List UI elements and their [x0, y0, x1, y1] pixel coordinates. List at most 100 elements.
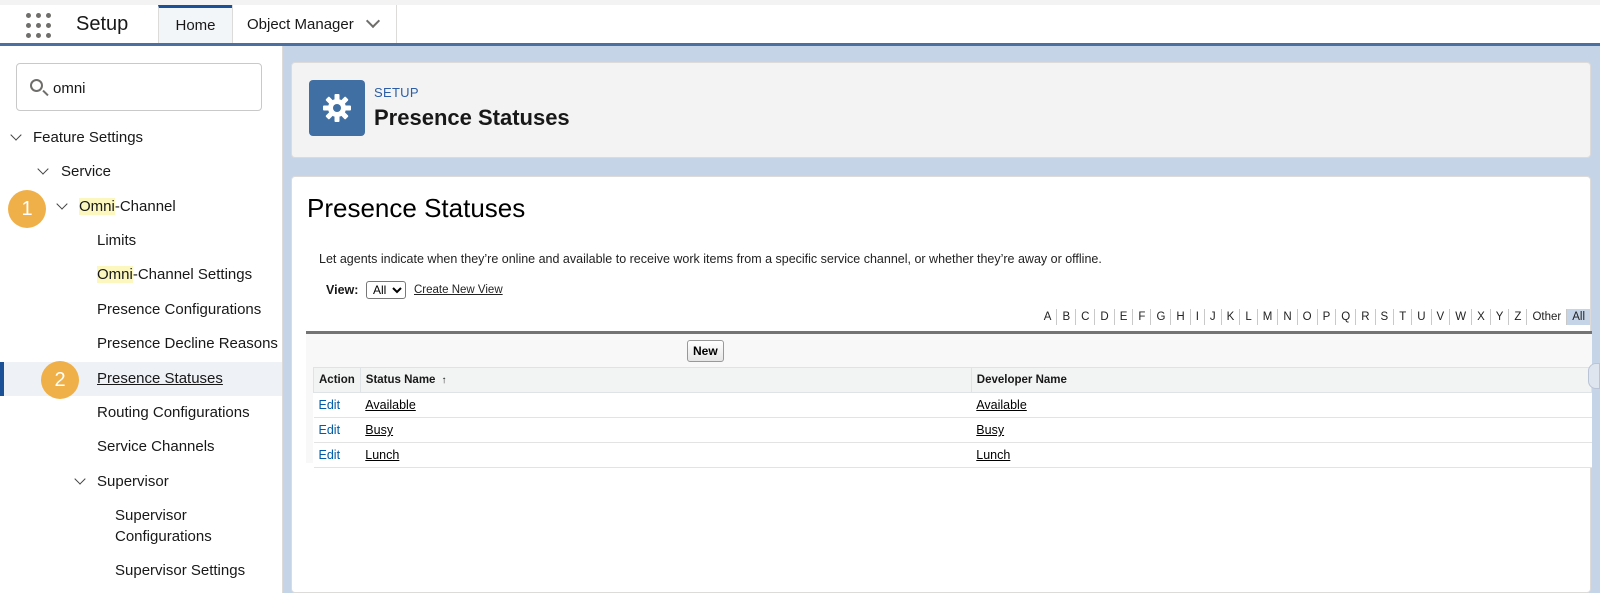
tree-item-presence-configurations[interactable]: Presence Configurations [0, 293, 282, 327]
chevron-down-icon[interactable] [365, 13, 380, 29]
status-name-cell: Lunch [360, 442, 972, 468]
top-nav: Setup Home Object Manager [0, 0, 1600, 46]
view-select[interactable]: All [366, 281, 406, 299]
chevron-down-icon[interactable] [74, 473, 86, 485]
developer-name-cell: Available [971, 392, 1592, 418]
view-label: View: [326, 283, 359, 297]
alphabet-filter-f[interactable]: F [1133, 309, 1152, 325]
tab-object-manager-label: Object Manager [247, 15, 354, 33]
tree-item-supervisor[interactable]: Supervisor [0, 465, 282, 499]
alphabet-filter-other[interactable]: Other [1527, 309, 1568, 325]
alphabet-filter-z[interactable]: Z [1509, 309, 1528, 325]
gear-icon [309, 80, 365, 136]
alphabet-filter-o[interactable]: O [1298, 309, 1318, 325]
status-name-link[interactable]: Busy [365, 423, 393, 437]
tab-home[interactable]: Home [158, 5, 232, 43]
chevron-down-icon[interactable] [10, 129, 22, 141]
alphabet-filter-all[interactable]: All [1567, 309, 1590, 325]
table-row: Edit Available Available [313, 392, 1592, 418]
tree-label: Feature Settings [33, 129, 144, 146]
tree-label: Presence Statuses [97, 370, 223, 387]
tab-home-label: Home [175, 17, 216, 34]
new-button[interactable]: New [687, 340, 724, 362]
alphabet-filter-p[interactable]: P [1318, 309, 1337, 325]
tree-item-omni-channel-settings[interactable]: Omni-Channel Settings [0, 258, 282, 292]
edit-link[interactable]: Edit [313, 417, 361, 443]
alphabet-filter-k[interactable]: K [1222, 309, 1241, 325]
tree-label: Presence Configurations [97, 301, 262, 318]
alphabet-filter-e[interactable]: E [1115, 309, 1134, 325]
tree-label: Supervisor [97, 473, 169, 490]
alphabet-filter-x[interactable]: X [1472, 309, 1491, 325]
alphabet-filter-l[interactable]: L [1240, 309, 1258, 325]
alphabet-filter-v[interactable]: V [1432, 309, 1451, 325]
tree-item-service[interactable]: Service [0, 155, 282, 189]
status-name-cell: Busy [360, 417, 972, 443]
status-name-link[interactable]: Available [365, 398, 416, 412]
content-title: Presence Statuses [307, 193, 526, 223]
tree-label: Supervisor Configurations [115, 505, 212, 547]
tree-item-supervisor-settings[interactable]: Supervisor Settings [0, 554, 282, 588]
alphabet-filter-u[interactable]: U [1412, 309, 1432, 325]
page-description: Let agents indicate when they’re online … [319, 252, 1102, 266]
alphabet-filter-r[interactable]: R [1356, 309, 1376, 325]
chevron-down-icon[interactable] [37, 163, 49, 175]
quick-find-box[interactable] [16, 63, 262, 111]
chevron-down-icon[interactable] [56, 198, 68, 210]
step-badge-2: 2 [41, 361, 79, 399]
tree-item-supervisor-configurations[interactable]: Supervisor Configurations [0, 500, 282, 547]
content-panel: Presence Statuses Let agents indicate wh… [291, 176, 1593, 593]
alphabet-filter-h[interactable]: H [1171, 309, 1191, 325]
quick-find-input[interactable] [53, 73, 253, 103]
alphabet-filter-n[interactable]: N [1278, 309, 1298, 325]
alphabet-filter-i[interactable]: I [1191, 309, 1205, 325]
alphabet-filter-m[interactable]: M [1258, 309, 1279, 325]
tree-label-rest: -Channel [114, 198, 176, 215]
tree-label: Service Channels [97, 438, 215, 455]
alphabet-filter-d[interactable]: D [1095, 309, 1115, 325]
alphabet-filter-b[interactable]: B [1057, 309, 1077, 325]
alphabet-filter-q[interactable]: Q [1336, 309, 1357, 325]
edit-link[interactable]: Edit [313, 392, 361, 418]
alphabet-filter-g[interactable]: G [1151, 309, 1172, 325]
alphabet-filter-j[interactable]: J [1205, 309, 1222, 325]
sort-ascending-icon: ↑ [441, 375, 447, 386]
alphabet-filter-t[interactable]: T [1394, 309, 1413, 325]
tree-item-limits[interactable]: Limits [0, 224, 282, 258]
side-panel-handle[interactable] [1588, 363, 1600, 389]
app-title: Setup [76, 13, 129, 35]
tree-item-presence-decline-reasons[interactable]: Presence Decline Reasons [0, 327, 282, 361]
tree-label: Service [61, 163, 112, 180]
presence-status-table: Action Status Name ↑ Developer Name Edit A… [313, 367, 1593, 468]
alphabet-filter-w[interactable]: W [1450, 309, 1473, 325]
tree-label: Omni-Channel Settings [97, 266, 252, 283]
app-launcher-icon[interactable] [26, 13, 52, 39]
alphabet-filter-c[interactable]: C [1076, 309, 1096, 325]
step-badge-1: 1 [8, 190, 46, 228]
alphabet-filter: A B C D E F G H I J K L M N O P Q R S T U V W X Y Z Other All [1039, 309, 1590, 325]
alphabet-filter-y[interactable]: Y [1491, 309, 1510, 325]
alphabet-filter-s[interactable]: S [1376, 309, 1395, 325]
tab-object-manager[interactable]: Object Manager [232, 5, 397, 43]
column-header-label: Status Name [365, 374, 436, 386]
developer-name-cell: Lunch [971, 442, 1592, 468]
table-row: Edit Lunch Lunch [313, 442, 1592, 468]
tree-label: Routing Configurations [97, 404, 250, 421]
tree-item-routing-configurations[interactable]: Routing Configurations [0, 396, 282, 430]
developer-name-cell: Busy [971, 417, 1592, 443]
page-header: SETUP Presence Statuses [291, 62, 1591, 158]
column-header-developer-name: Developer Name [970, 367, 1593, 393]
edit-link[interactable]: Edit [313, 442, 361, 468]
status-name-link[interactable]: Lunch [365, 448, 399, 462]
alphabet-filter-a[interactable]: A [1039, 309, 1058, 325]
tree-item-service-channels[interactable]: Service Channels [0, 430, 282, 464]
developer-name-link[interactable]: Lunch [976, 448, 1010, 462]
tree-label: Supervisor Settings [115, 562, 246, 579]
tree-item-feature-settings[interactable]: Feature Settings [0, 121, 282, 155]
column-header-action: Action [313, 367, 361, 393]
developer-name-link[interactable]: Busy [976, 423, 1004, 437]
tree-label: Limits [97, 232, 137, 249]
developer-name-link[interactable]: Available [976, 398, 1027, 412]
create-new-view-link[interactable]: Create New View [414, 284, 503, 296]
column-header-status-name[interactable]: Status Name ↑ [359, 367, 972, 393]
